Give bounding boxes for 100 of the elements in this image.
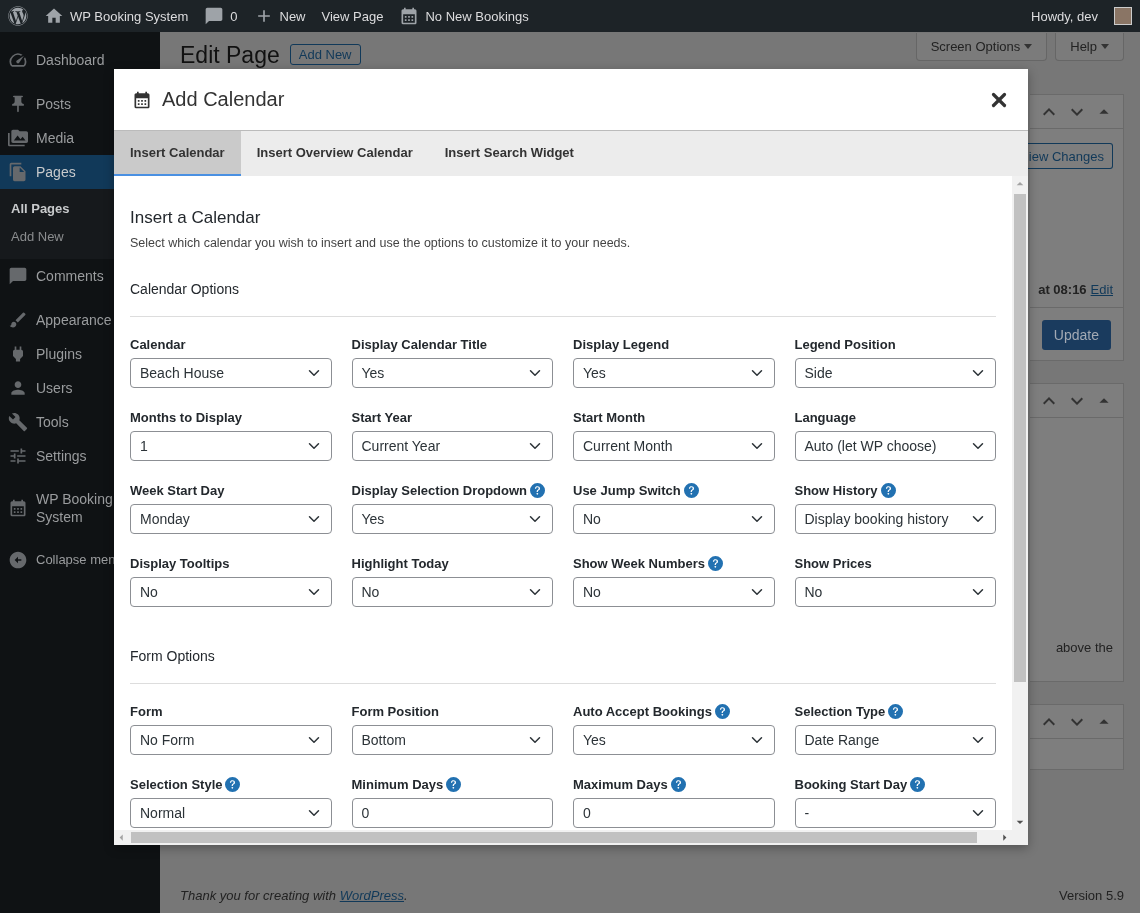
admin-bar-link[interactable]: View Page xyxy=(321,8,384,24)
field-label: Show History xyxy=(794,482,878,498)
version-text: Version 5.9 xyxy=(1058,887,1124,903)
dropdown[interactable]: Monday xyxy=(130,504,332,534)
speech-bubble-icon xyxy=(204,6,225,26)
update-button[interactable]: Update xyxy=(1041,320,1111,350)
dropdown[interactable]: No xyxy=(351,577,553,607)
dropdown[interactable]: Normal xyxy=(130,798,332,828)
field-label: Form Position xyxy=(351,703,439,719)
field-label: Start Month xyxy=(573,409,646,425)
home-icon xyxy=(44,6,64,26)
description-text: Select which calendar you wish to insert and use the options to customize it to your needs. xyxy=(130,235,632,252)
wrench-icon xyxy=(8,412,28,432)
field-label: Display Tooltips xyxy=(130,555,230,571)
field-label: Legend Position xyxy=(794,336,896,352)
field-label: Selection Style xyxy=(130,776,223,792)
panel-text: above the xyxy=(1055,640,1113,655)
help-icon[interactable] xyxy=(446,776,462,792)
pages-icon xyxy=(8,162,28,182)
dropdown[interactable]: 1 xyxy=(130,431,332,461)
dropdown[interactable]: Current Month xyxy=(573,431,775,461)
calendar-icon xyxy=(399,6,420,26)
speedometer-icon xyxy=(8,50,28,70)
calendar-icon xyxy=(132,89,152,110)
field-label: Auto Accept Bookings xyxy=(573,703,712,719)
tab[interactable]: Insert Calendar xyxy=(114,131,241,176)
dropdown[interactable]: Current Year xyxy=(351,431,553,461)
dropdown[interactable]: No Form xyxy=(130,725,332,755)
field-label: Maximum Days xyxy=(573,776,668,792)
admin-bar-link[interactable]: 0 xyxy=(204,6,238,26)
dropdown[interactable]: Yes xyxy=(351,504,553,534)
help-button[interactable]: Help xyxy=(1055,33,1124,61)
help-icon[interactable] xyxy=(888,703,904,719)
caret-icon xyxy=(1101,44,1109,49)
input-field[interactable]: 0 xyxy=(351,798,553,828)
horizontal-scrollbar[interactable] xyxy=(114,830,1012,845)
scrollbar-thumb[interactable] xyxy=(1014,194,1026,682)
dropdown[interactable]: Bottom xyxy=(351,725,553,755)
screen-options-button[interactable]: Screen Options xyxy=(915,33,1048,61)
help-icon[interactable] xyxy=(530,482,546,498)
vertical-scrollbar[interactable] xyxy=(1012,176,1028,830)
admin-bar-link[interactable]: WP Booking System xyxy=(44,6,189,26)
dropdown[interactable]: Side xyxy=(794,358,996,388)
input-field[interactable]: 0 xyxy=(573,798,775,828)
section-heading: Insert a Calendar xyxy=(130,208,262,228)
publish-time: at 08:16 xyxy=(1038,282,1087,297)
field-label: Months to Display xyxy=(130,409,242,425)
dropdown[interactable]: No xyxy=(573,577,775,607)
scrollbar-thumb[interactable] xyxy=(131,832,977,843)
field-label: Display Legend xyxy=(573,336,670,352)
wordpress-logo-icon[interactable] xyxy=(8,6,28,26)
dropdown[interactable]: Yes xyxy=(573,358,775,388)
section-title: Form Options xyxy=(130,647,216,665)
section-title: Calendar Options xyxy=(130,280,240,298)
speech-bubble-icon xyxy=(8,266,28,286)
paintbrush-icon xyxy=(8,310,28,330)
dropdown[interactable]: Date Range xyxy=(794,725,996,755)
page-title: Edit Page xyxy=(180,42,280,69)
field-label: Form xyxy=(130,703,163,719)
field-label: Calendar xyxy=(130,336,186,352)
menu-item[interactable]: Appearance xyxy=(0,303,160,337)
admin-bar-link[interactable]: No New Bookings xyxy=(399,6,529,26)
help-icon[interactable] xyxy=(225,776,241,792)
field-label: Use Jump Switch xyxy=(573,482,681,498)
help-icon[interactable] xyxy=(707,555,723,571)
help-icon[interactable] xyxy=(910,776,926,792)
admin-bar-link[interactable]: New xyxy=(253,6,306,26)
field-label: Show Week Numbers xyxy=(573,555,705,571)
field-label: Booking Start Day xyxy=(794,776,908,792)
dropdown[interactable]: No xyxy=(130,577,332,607)
field-label: Selection Type xyxy=(794,703,886,719)
help-icon[interactable] xyxy=(714,703,730,719)
help-icon[interactable] xyxy=(683,482,699,498)
field-label: Display Selection Dropdown xyxy=(351,482,528,498)
dropdown[interactable]: Display booking history xyxy=(794,504,996,534)
dropdown[interactable]: No xyxy=(794,577,996,607)
media-icon xyxy=(8,128,28,148)
field-label: Display Calendar Title xyxy=(351,336,488,352)
dropdown[interactable]: Beach House xyxy=(130,358,332,388)
caret-icon xyxy=(1024,44,1033,49)
tab[interactable]: Insert Search Widget xyxy=(428,131,590,176)
dropdown[interactable]: Yes xyxy=(573,725,775,755)
dropdown[interactable]: Auto (let WP choose) xyxy=(794,431,996,461)
footer-text: Thank you for creating with WordPress. xyxy=(180,887,408,903)
field-label: Language xyxy=(794,409,856,425)
tab[interactable]: Insert Overview Calendar xyxy=(240,131,429,176)
dropdown[interactable]: - xyxy=(794,798,996,828)
help-icon[interactable] xyxy=(670,776,686,792)
calendar-icon xyxy=(8,498,28,518)
greeting-link[interactable]: Howdy, dev xyxy=(1031,8,1098,24)
field-label: Minimum Days xyxy=(351,776,444,792)
sliders-icon xyxy=(8,446,28,466)
dropdown[interactable]: No xyxy=(573,504,775,534)
field-label: Week Start Day xyxy=(130,482,225,498)
field-label: Show Prices xyxy=(794,555,872,571)
menu-item[interactable]: Posts xyxy=(0,87,160,121)
dropdown[interactable]: Yes xyxy=(351,358,553,388)
avatar[interactable] xyxy=(1114,7,1132,25)
menu-item[interactable]: Dashboard xyxy=(0,43,160,77)
help-icon[interactable] xyxy=(880,482,896,498)
